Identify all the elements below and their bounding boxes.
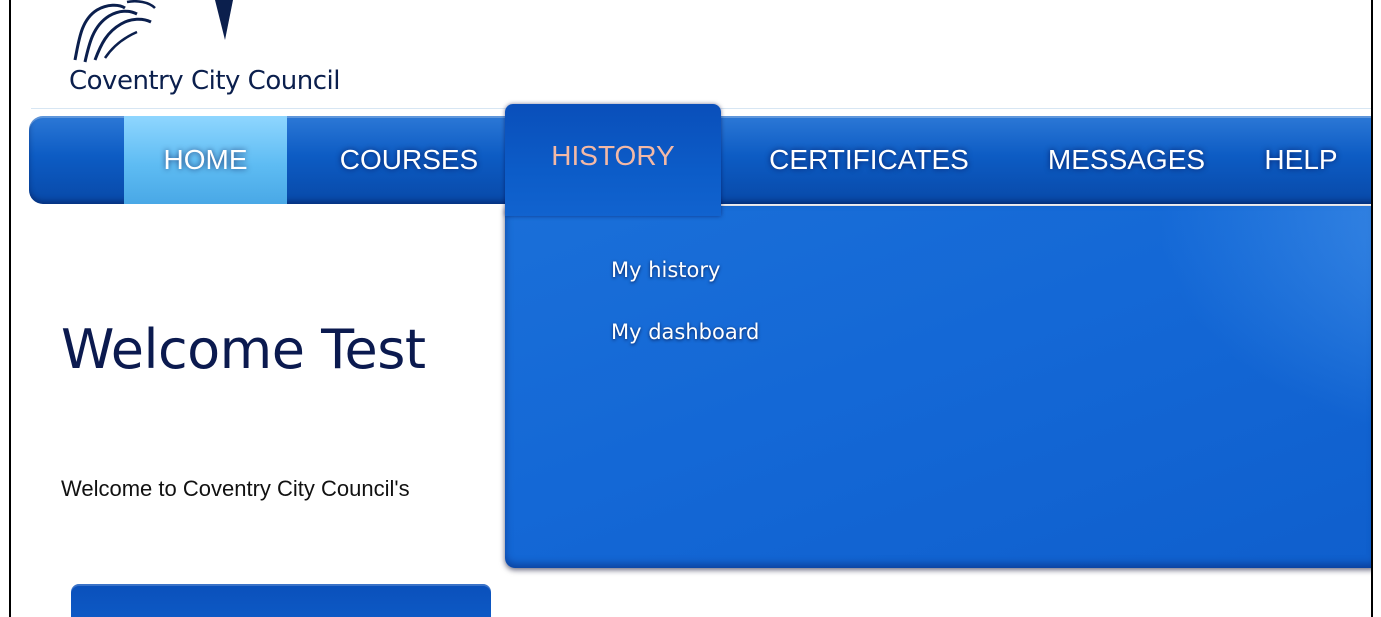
nav-item-courses[interactable]: COURSES <box>309 116 509 204</box>
page-title: Welcome Test <box>61 318 426 381</box>
coventry-elephant-swirl-logo-icon <box>73 0 233 63</box>
page-frame: Coventry City Council HOME COURSES CERTI… <box>9 0 1373 617</box>
logo-text: Coventry City Council <box>69 66 340 96</box>
dropdown-sheen <box>1155 206 1371 446</box>
menu-item-my-dashboard[interactable]: My dashboard <box>611 320 759 344</box>
menu-item-my-history[interactable]: My history <box>611 258 720 282</box>
intro-text: Welcome to Coventry City Council's <box>61 476 410 501</box>
content-panel-header <box>71 584 491 617</box>
nav-item-history[interactable]: HISTORY <box>505 104 721 216</box>
nav-item-messages[interactable]: MESSAGES <box>1029 116 1224 204</box>
nav-item-help[interactable]: HELP <box>1251 116 1351 204</box>
nav-item-home[interactable]: HOME <box>124 116 287 204</box>
logo[interactable]: Coventry City Council <box>67 0 407 100</box>
history-dropdown-menu: My history My dashboard <box>505 206 1371 568</box>
nav-item-certificates[interactable]: CERTIFICATES <box>749 116 989 204</box>
nav-item-history-label[interactable]: HISTORY <box>505 140 721 172</box>
